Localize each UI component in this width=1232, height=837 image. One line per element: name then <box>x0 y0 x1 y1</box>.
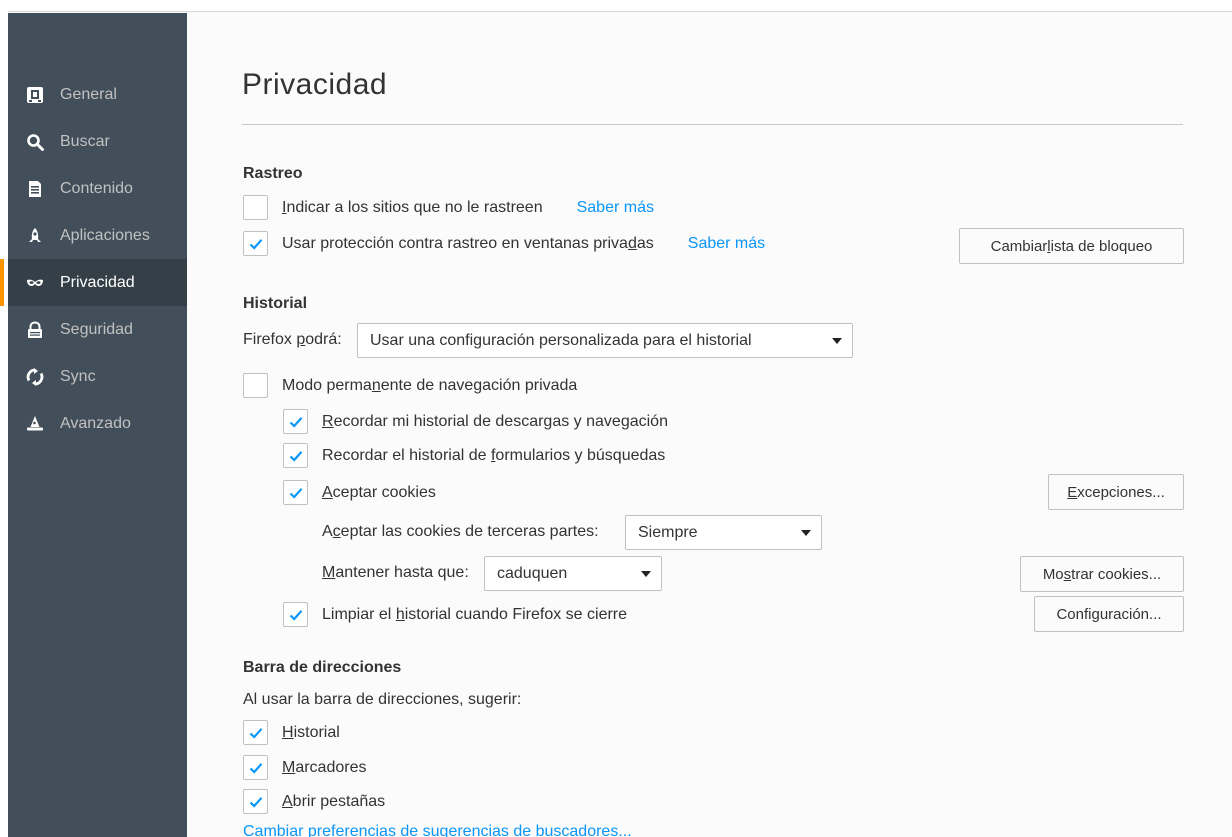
chevron-down-icon <box>801 529 811 536</box>
sidebar-item-label: Privacidad <box>60 273 135 291</box>
accept-cookies-row: Aceptar cookies <box>283 480 436 505</box>
remember-browsing-checkbox[interactable] <box>283 409 308 434</box>
sidebar-item-general[interactable]: General <box>8 71 187 118</box>
sidebar-item-label: Avanzado <box>60 414 131 432</box>
page-title: Privacidad <box>242 68 388 101</box>
do-not-track-checkbox[interactable] <box>243 195 268 220</box>
section-heading-history: Historial <box>243 295 308 312</box>
sidebar-item-label: Contenido <box>60 179 133 197</box>
history-mode-select[interactable]: Usar una configuración personalizada par… <box>357 323 853 358</box>
permanent-private-checkbox[interactable] <box>243 373 268 398</box>
do-not-track-row: Indicar a los sitios que no le rastreen … <box>243 195 654 220</box>
sidebar-item-label: Sync <box>60 367 96 385</box>
change-blocklist-button[interactable]: Cambiar l ista de bloqueo <box>959 228 1184 264</box>
third-party-cookies-label: Aceptar las cookies de terceras partes: <box>322 523 599 540</box>
suggest-history-checkbox[interactable] <box>243 720 268 745</box>
suggest-bookmarks-row: Marcadores <box>243 755 366 780</box>
suggest-open-tabs-checkbox[interactable] <box>243 789 268 814</box>
sidebar-item-privacidad[interactable]: Privacidad <box>0 259 187 306</box>
sidebar-item-contenido[interactable]: Contenido <box>8 165 187 212</box>
remember-forms-row: Recordar el historial de formularios y b… <box>283 443 665 468</box>
suggest-label: Al usar la barra de direcciones, sugerir… <box>243 691 522 708</box>
permanent-private-label[interactable]: Modo permanente de navegación privada <box>282 377 577 395</box>
firefox-will-label: Firefox podrá: <box>243 331 342 348</box>
tracking-protection-checkbox[interactable] <box>243 231 268 256</box>
do-not-track-label[interactable]: Indicar a los sitios que no le rastreen <box>282 199 543 217</box>
exceptions-button[interactable]: Excepciones... <box>1048 474 1184 510</box>
tracking-protection-row: Usar protección contra rastreo en ventan… <box>243 231 765 256</box>
window-left-edge <box>0 0 8 837</box>
sidebar: General Buscar Contenido Aplicaciones Pr… <box>0 13 187 837</box>
sidebar-item-aplicaciones[interactable]: Aplicaciones <box>8 212 187 259</box>
preferences-window: General Buscar Contenido Aplicaciones Pr… <box>0 0 1232 837</box>
permanent-private-row: Modo permanente de navegación privada <box>243 373 577 398</box>
sidebar-item-buscar[interactable]: Buscar <box>8 118 187 165</box>
suggest-history-label[interactable]: Historial <box>282 724 340 742</box>
keep-until-select[interactable]: caduquen <box>484 556 662 591</box>
accept-cookies-label[interactable]: Aceptar cookies <box>322 484 436 502</box>
chevron-down-icon <box>641 570 651 577</box>
mask-icon <box>26 274 44 292</box>
sidebar-item-label: General <box>60 85 117 103</box>
sidebar-item-label: Aplicaciones <box>60 226 150 244</box>
remember-forms-checkbox[interactable] <box>283 443 308 468</box>
show-cookies-button[interactable]: Mo s trar cookies... <box>1020 556 1184 592</box>
checkmark-icon <box>249 727 262 739</box>
clear-on-close-label[interactable]: Limpiar el historial cuando Firefox se c… <box>322 606 627 624</box>
tracking-protection-learn-more-link[interactable]: Saber más <box>688 235 765 253</box>
document-icon <box>26 180 44 198</box>
remember-forms-label[interactable]: Recordar el historial de formularios y b… <box>322 447 665 465</box>
wizard-hat-icon <box>26 415 44 433</box>
search-suggestion-prefs-link[interactable]: Cambiar preferencias de sugerencias de b… <box>243 823 632 837</box>
sidebar-item-avanzado[interactable]: Avanzado <box>8 400 187 447</box>
rocket-icon <box>26 227 44 245</box>
suggest-open-tabs-row: Abrir pestañas <box>243 789 385 814</box>
checkmark-icon <box>249 762 262 774</box>
general-icon <box>26 86 44 104</box>
history-settings-button[interactable]: Confi g uración... <box>1034 596 1184 632</box>
remember-browsing-label[interactable]: Recordar mi historial de descargas y nav… <box>322 413 668 431</box>
sidebar-item-seguridad[interactable]: Seguridad <box>8 306 187 353</box>
suggest-open-tabs-label[interactable]: Abrir pestañas <box>282 793 385 811</box>
suggest-bookmarks-checkbox[interactable] <box>243 755 268 780</box>
sidebar-nav: General Buscar Contenido Aplicaciones Pr… <box>0 71 187 447</box>
third-party-cookies-select[interactable]: Siempre <box>625 515 822 550</box>
section-heading-location-bar: Barra de direcciones <box>243 659 402 676</box>
checkmark-icon <box>289 609 302 621</box>
checkmark-icon <box>289 416 302 428</box>
clear-on-close-row: Limpiar el historial cuando Firefox se c… <box>283 602 627 627</box>
tracking-protection-label[interactable]: Usar protección contra rastreo en ventan… <box>282 235 654 253</box>
section-heading-tracking: Rastreo <box>243 165 303 182</box>
keep-until-label: Mantener hasta que: <box>322 564 469 581</box>
chevron-down-icon <box>832 337 842 344</box>
lock-icon <box>26 320 44 339</box>
title-divider <box>242 124 1183 125</box>
checkmark-icon <box>289 487 302 499</box>
clear-on-close-checkbox[interactable] <box>283 602 308 627</box>
checkmark-icon <box>249 238 262 250</box>
accept-cookies-checkbox[interactable] <box>283 480 308 505</box>
search-icon <box>26 133 44 151</box>
sync-icon <box>26 367 44 386</box>
remember-browsing-row: Recordar mi historial de descargas y nav… <box>283 409 668 434</box>
main-pane: Privacidad Rastreo Indicar a los sitios … <box>187 13 1232 837</box>
suggest-history-row: Historial <box>243 720 340 745</box>
sidebar-item-label: Buscar <box>60 132 110 150</box>
sidebar-item-sync[interactable]: Sync <box>8 353 187 400</box>
window-top-edge <box>0 0 1232 12</box>
suggest-bookmarks-label[interactable]: Marcadores <box>282 759 366 777</box>
sidebar-item-label: Seguridad <box>60 320 133 338</box>
do-not-track-learn-more-link[interactable]: Saber más <box>577 199 654 217</box>
checkmark-icon <box>289 450 302 462</box>
checkmark-icon <box>249 796 262 808</box>
